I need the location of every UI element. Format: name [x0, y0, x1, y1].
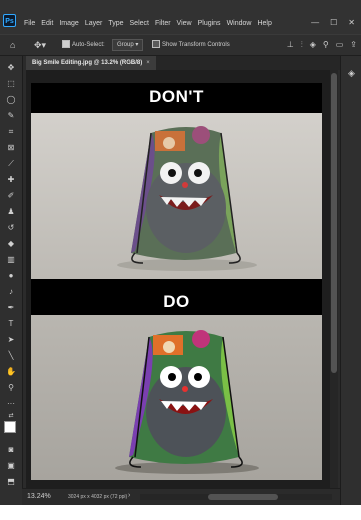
auto-select-label: Auto-Select: [72, 42, 105, 48]
do-heading: DO [163, 292, 190, 311]
distribute-icon[interactable]: ⫶ [301, 39, 303, 51]
layers-panel-icon[interactable]: ◈ [346, 68, 357, 79]
clone-stamp-icon[interactable]: ♟ [3, 206, 19, 218]
align-icon[interactable]: ⊥ [287, 39, 294, 51]
close-window-button[interactable]: ✕ [348, 18, 355, 28]
healing-brush-icon[interactable]: ✚ [3, 174, 19, 186]
screen-mode-icon[interactable]: ▣ [3, 460, 19, 472]
document-tab[interactable]: Big Smile Editing.jpg @ 13.2% (RGB/8) × [26, 56, 156, 70]
menu-filter[interactable]: Filter [152, 19, 174, 28]
quick-select-icon[interactable]: ✎ [3, 110, 19, 122]
document-dimensions: 3024 px x 4032 px (72 ppi) [68, 494, 128, 500]
auto-select-dropdown[interactable]: Group ▾ [112, 39, 144, 52]
menu-type[interactable]: Type [105, 19, 126, 28]
menu-edit[interactable]: Edit [38, 19, 56, 28]
eraser-icon[interactable]: ◆ [3, 238, 19, 250]
share-icon[interactable]: ⇪ [350, 39, 357, 51]
menu-image[interactable]: Image [56, 19, 81, 28]
marquee-icon[interactable]: ⬚ [3, 78, 19, 90]
photoshop-logo: Ps [3, 14, 16, 27]
dodge-icon[interactable]: ♪ [3, 286, 19, 298]
foreground-color-swatch[interactable] [4, 421, 16, 433]
drawstring-bag-illustration-vivid [115, 330, 259, 474]
path-select-icon[interactable]: ➤ [3, 334, 19, 346]
history-brush-icon[interactable]: ↺ [3, 222, 19, 234]
right-panel-dock: ◈ [340, 56, 361, 505]
auto-select-value: Group [117, 42, 134, 48]
photoshop-window: Ps File Edit Image Layer Type Select Fil… [0, 0, 361, 505]
transform-controls-checkbox[interactable]: Show Transform Controls [152, 39, 230, 51]
auto-select-checkbox[interactable]: Auto-Select: [62, 39, 105, 51]
lasso-icon[interactable]: ◯ [3, 94, 19, 106]
frame-icon[interactable]: ⊠ [3, 142, 19, 154]
menu-view[interactable]: View [174, 19, 195, 28]
dont-heading: DON'T [149, 87, 204, 106]
vertical-scrollbar[interactable] [330, 70, 338, 488]
title-bar: Ps File Edit Image Layer Type Select Fil… [0, 0, 361, 34]
document-image: DON'T DO [31, 83, 322, 480]
transform-controls-check[interactable] [152, 40, 160, 49]
workspace-icon[interactable]: ▭ [336, 39, 344, 51]
crop-icon[interactable]: ⌗ [3, 126, 19, 138]
pen-icon[interactable]: ✒ [3, 302, 19, 314]
menu-layer[interactable]: Layer [82, 19, 106, 28]
status-bar: 13.24% 3024 px x 4032 px (72 ppi) › [22, 488, 340, 505]
dont-photo [31, 113, 322, 279]
more-tools-icon[interactable]: ··· [3, 398, 19, 410]
menu-help[interactable]: Help [254, 19, 274, 28]
horizontal-scrollbar[interactable] [140, 494, 332, 500]
menu-select[interactable]: Select [127, 19, 152, 28]
menu-window[interactable]: Window [224, 19, 255, 28]
tools-panel: ✥ ⬚ ◯ ✎ ⌗ ⊠ ⟋ ✚ ✐ ♟ ↺ ◆ ▥ ● ♪ ✒ T ➤ ╲ ✋ … [0, 56, 23, 505]
menu-plugins[interactable]: Plugins [195, 19, 224, 28]
type-icon[interactable]: T [3, 318, 19, 330]
menu-file[interactable]: File [21, 19, 38, 28]
vertical-scroll-thumb[interactable] [331, 73, 337, 373]
zoom-level[interactable]: 13.24% [27, 492, 51, 502]
drawstring-bag-illustration-dull [117, 126, 257, 271]
quick-mask-icon[interactable]: ◙ [3, 444, 19, 456]
3d-mode-icon[interactable]: ◈ [310, 39, 316, 51]
rectangle-icon[interactable]: ╲ [3, 350, 19, 362]
minimize-button[interactable]: — [311, 18, 319, 28]
edit-toolbar-icon[interactable]: ⬒ [3, 476, 19, 488]
options-right-icons: ⊥ ⫶ ◈ ⚲ ▭ ⇪ [287, 39, 357, 51]
status-menu-arrow[interactable]: › [128, 492, 130, 499]
horizontal-scroll-thumb[interactable] [208, 494, 278, 500]
document-tab-bar: Big Smile Editing.jpg @ 13.2% (RGB/8) × [26, 56, 340, 70]
blur-icon[interactable]: ● [3, 270, 19, 282]
hand-icon[interactable]: ✋ [3, 366, 19, 378]
auto-select-check[interactable] [62, 40, 70, 49]
eyedropper-icon[interactable]: ⟋ [3, 158, 19, 170]
do-photo [31, 315, 322, 480]
close-tab-icon[interactable]: × [146, 60, 150, 66]
home-icon[interactable]: ⌂ [10, 39, 15, 51]
document-tab-title: Big Smile Editing.jpg @ 13.2% (RGB/8) [32, 60, 143, 66]
zoom-icon[interactable]: ⚲ [3, 382, 19, 394]
gradient-icon[interactable]: ▥ [3, 254, 19, 266]
move-tool-preset-icon[interactable]: ✥▾ [34, 39, 46, 51]
maximize-button[interactable]: ☐ [330, 18, 337, 28]
move-icon[interactable]: ✥ [3, 62, 19, 74]
brush-icon[interactable]: ✐ [3, 190, 19, 202]
window-controls: — ☐ ✕ [311, 18, 355, 28]
menu-bar: File Edit Image Layer Type Select Filter… [21, 19, 275, 28]
options-bar: ⌂ ✥▾ Auto-Select: Group ▾ Show Transform… [0, 34, 361, 56]
transform-controls-label: Show Transform Controls [162, 42, 230, 48]
canvas-area[interactable]: DON'T DO [26, 70, 330, 488]
search-icon[interactable]: ⚲ [323, 39, 329, 51]
